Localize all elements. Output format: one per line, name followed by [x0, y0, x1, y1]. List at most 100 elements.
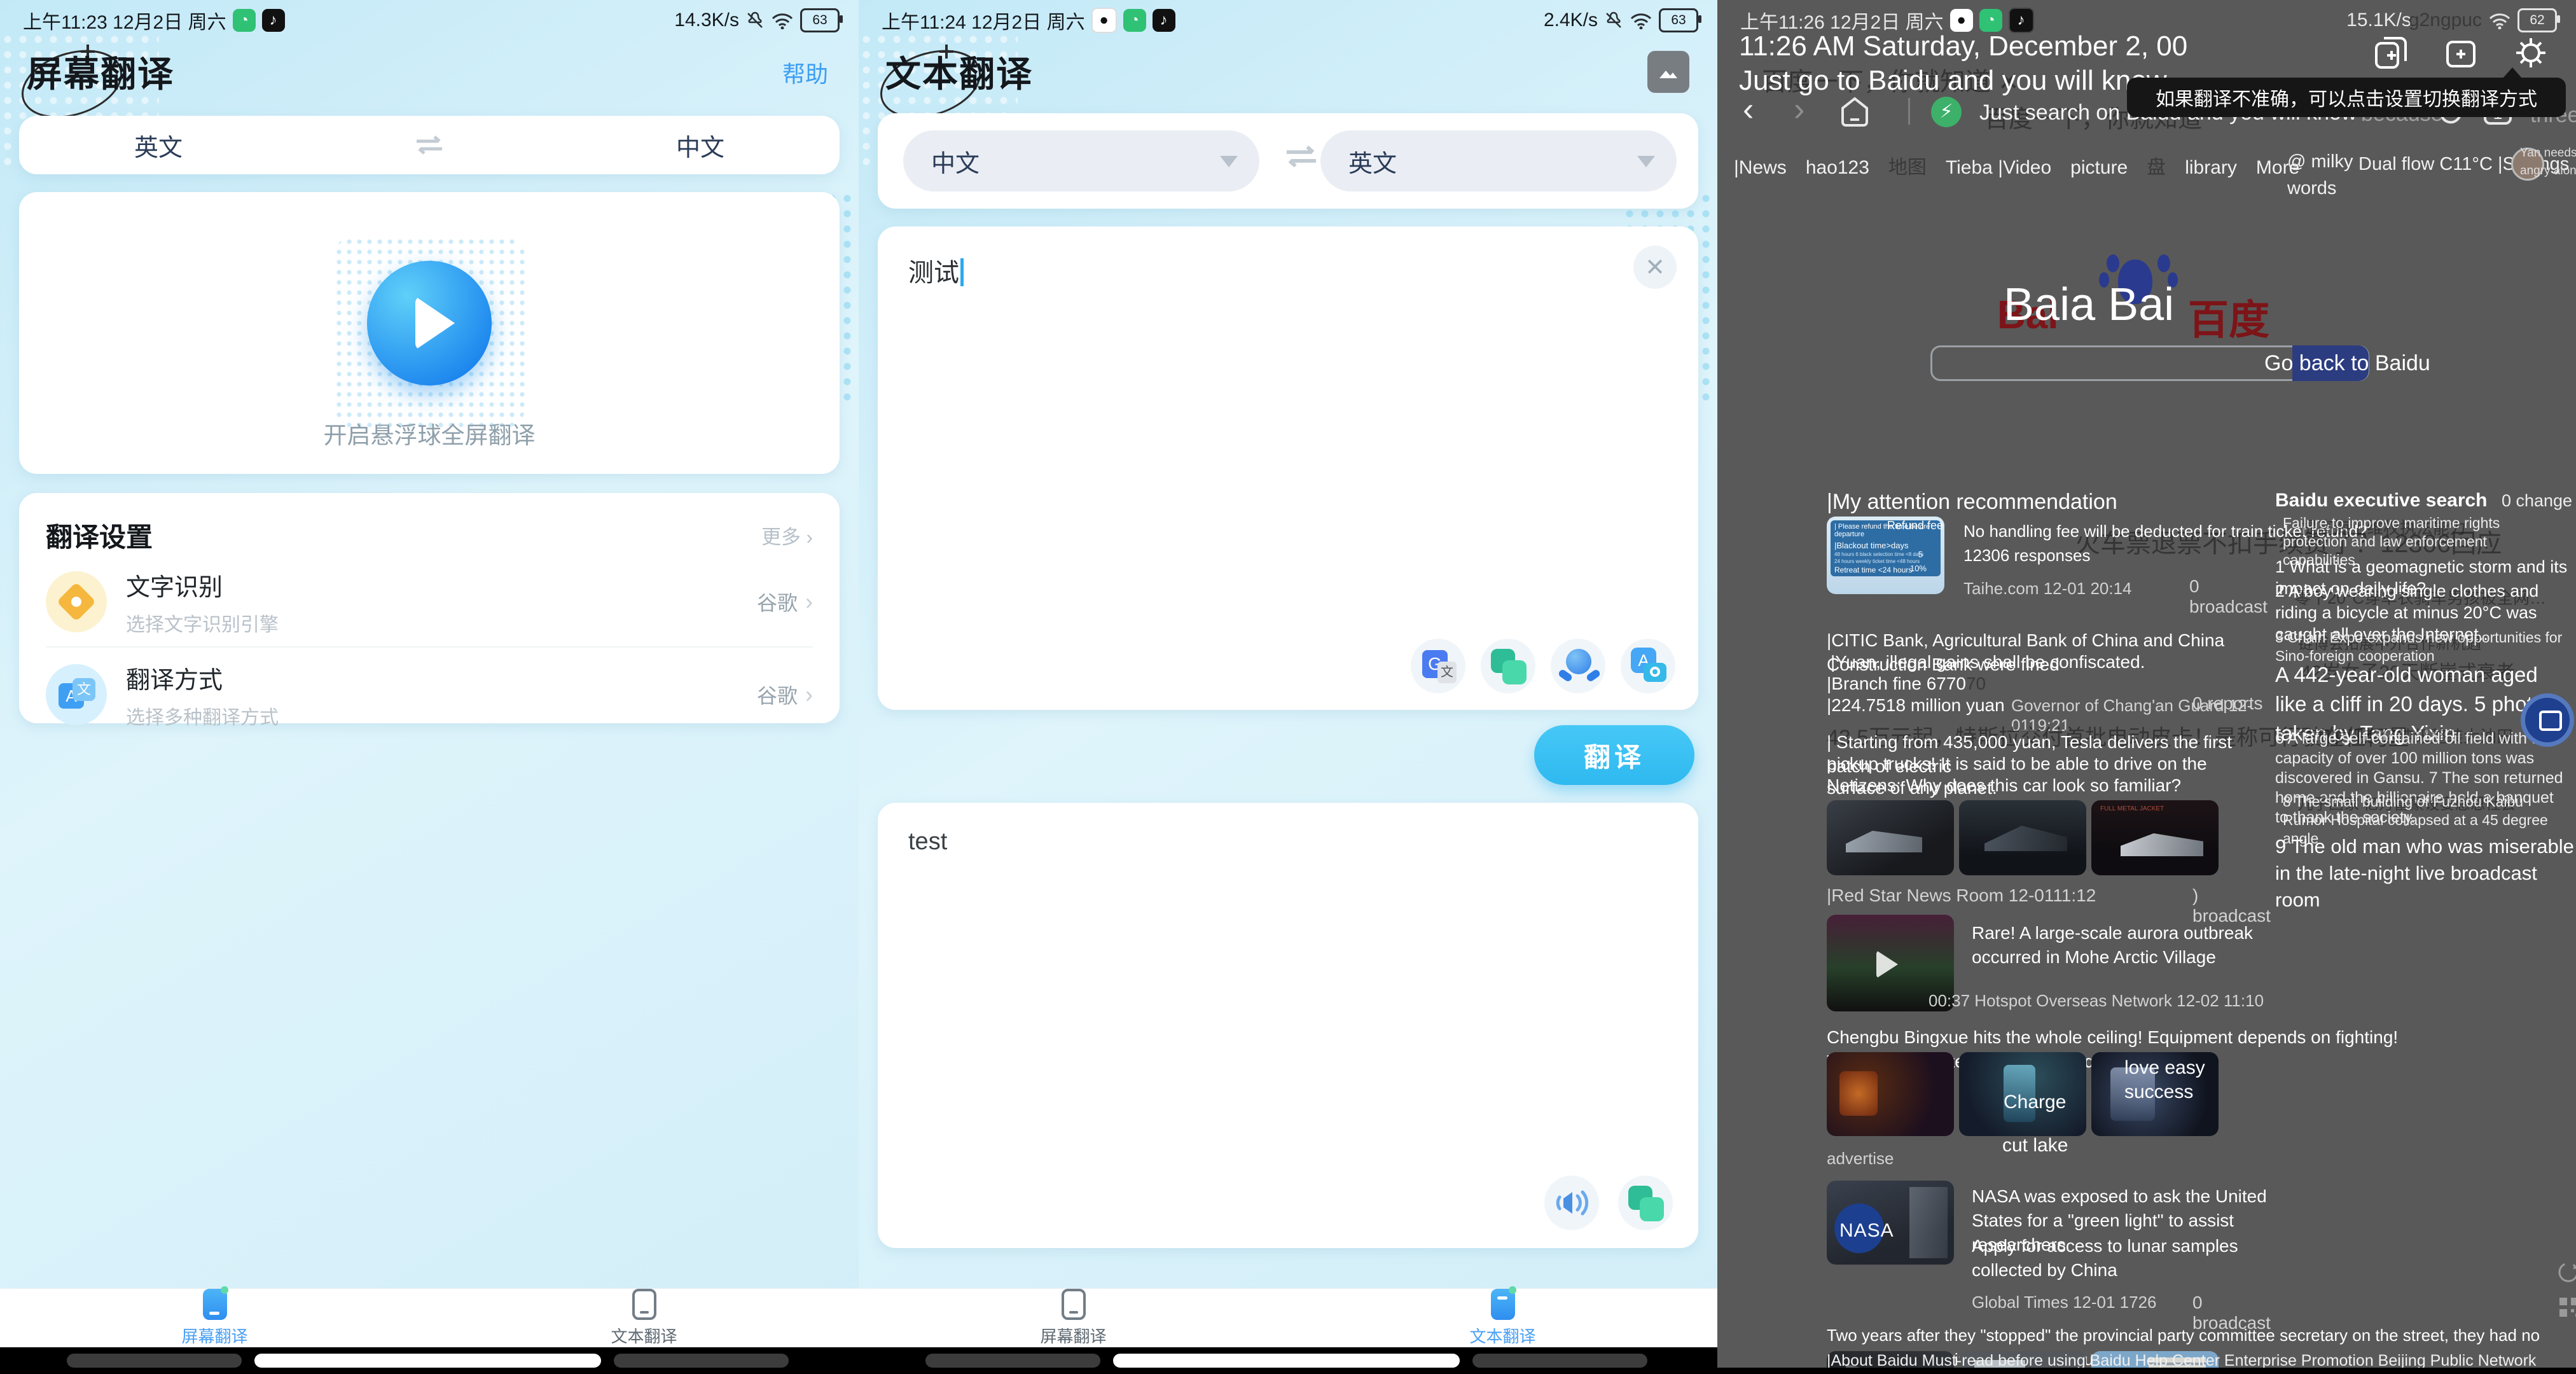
link-library[interactable]: library	[2185, 157, 2237, 178]
clear-input-button[interactable]: ✕	[1633, 246, 1677, 289]
ad-overlay-text: cut lake	[2002, 1135, 2068, 1156]
news-thumbnail[interactable]: NASA	[1827, 1181, 1954, 1265]
copy-result-icon[interactable]	[1618, 1176, 1673, 1230]
side-refresh-icon[interactable]	[2556, 1260, 2576, 1285]
link-milky-2[interactable]: words	[2287, 178, 2336, 199]
setting-translate-engine[interactable]: A文 翻译方式 选择多种翻译方式 谷歌 ›	[46, 654, 813, 735]
start-floating-ball-button[interactable]	[367, 261, 492, 385]
browser-baidu-translated: 上午11:26 12月2日 周六 ● ◔ ♪ 15.1K/s g2ngpuc 6…	[1717, 0, 2576, 1374]
news-line[interactable]: Apply for access to lunar samples collec…	[1972, 1234, 2271, 1282]
copy-page-icon[interactable]	[2371, 33, 2411, 73]
tab-screen-translate[interactable]: 屏幕翻译	[0, 1286, 429, 1347]
status-time: 上午11:24 12月2日 周六	[882, 12, 1085, 33]
word-lookup-icon[interactable]	[1551, 639, 1605, 693]
input-text[interactable]: 测试	[908, 259, 959, 287]
forward-icon[interactable]: ›	[1794, 90, 1804, 128]
new-tab-icon[interactable]	[2441, 33, 2481, 73]
swap-languages-icon[interactable]	[1282, 144, 1320, 169]
triple-screen-screenshot: 上午11:23 12月2日 周六 ◔ ♪ 14.3K/s 63 屏幕翻译 帮助 …	[0, 0, 2576, 1374]
overlapping-garble-text: g2ngpuc	[2408, 10, 2482, 31]
status-bar: 上午11:23 12月2日 周六 ◔ ♪ 14.3K/s 63	[23, 6, 843, 34]
ad-image[interactable]	[1827, 1052, 1954, 1136]
hot-item[interactable]: 9 The old man who was miserable in the l…	[2275, 833, 2574, 913]
dropdown-arrow-icon	[1637, 156, 1655, 167]
translation-settings-card: 翻译设置 更多 › 文字识别 选择文字识别引擎 谷歌 › A文 翻译方式 选择多种…	[19, 493, 840, 728]
image-translate-button[interactable]	[1647, 51, 1689, 93]
back-icon[interactable]: ‹	[1743, 90, 1754, 128]
news-stat: 0 reports	[2192, 693, 2263, 713]
news-thumbnail[interactable]: | Please refund the time before departur…	[1827, 517, 1944, 594]
hot-search-header: Baidu executive search 0 change	[2275, 490, 2573, 511]
start-caption: 开启悬浮球全屏翻译	[323, 422, 536, 448]
copy-translate-icon[interactable]	[1481, 639, 1535, 693]
news-stat: ) broadcast	[2192, 885, 2271, 926]
side-qrcode-icon[interactable]	[2557, 1295, 2576, 1319]
news-line[interactable]: Netizens: Why does this car look so fami…	[1827, 774, 2181, 798]
target-language-dropdown[interactable]: 英文	[1320, 130, 1677, 191]
google-translate-icon[interactable]: G 文	[1411, 639, 1465, 693]
more-link[interactable]: 更多 ›	[761, 521, 813, 550]
screen-translate-app: 上午11:23 12月2日 周六 ◔ ♪ 14.3K/s 63 屏幕翻译 帮助 …	[0, 0, 859, 1374]
link-picture[interactable]: picture	[2070, 157, 2128, 178]
tab-text-translate[interactable]: 文本翻译	[429, 1289, 859, 1347]
ad-tag: advertise	[1827, 1149, 1894, 1168]
page-title: 屏幕翻译	[27, 54, 174, 94]
wifi-icon	[2489, 13, 2510, 29]
battery-indicator: 63	[800, 8, 843, 32]
swap-languages-icon[interactable]	[413, 134, 446, 156]
settings-gear-icon[interactable]	[2511, 33, 2551, 73]
text-cursor	[960, 258, 964, 286]
ad-overlay-text: Charge	[2004, 1092, 2067, 1113]
home-icon[interactable]	[1838, 95, 1871, 128]
news-image[interactable]	[1959, 800, 2086, 875]
ocr-icon	[46, 571, 107, 632]
language-selector: 英文 中文	[19, 116, 840, 174]
text-translate-icon	[1490, 1286, 1516, 1320]
battery-indicator: 63	[1659, 8, 1701, 32]
green-app-icon: ◔	[232, 9, 256, 32]
ad-overlay-text: love easy success	[2124, 1057, 2205, 1102]
language-dropdown-card: 中文 英文	[878, 113, 1698, 209]
photo-translate-icon[interactable]: A	[1621, 639, 1675, 693]
news-title[interactable]: Rare! A large-scale aurora outbreak occu…	[1972, 921, 2264, 969]
news-image[interactable]	[1827, 800, 1954, 875]
source-language-dropdown[interactable]: 中文	[903, 130, 1259, 191]
speak-result-icon[interactable]	[1544, 1176, 1599, 1230]
news-line[interactable]: |Branch fine 677070	[1827, 672, 1986, 696]
link-tieba-video[interactable]: Tieba |Video	[1946, 157, 2051, 178]
page-title: 文本翻译	[885, 54, 1033, 94]
system-nav-bar[interactable]	[859, 1347, 1717, 1374]
source-language[interactable]: 英文	[134, 128, 183, 163]
link-milky-1[interactable]: @ milky	[2287, 151, 2353, 172]
qq-icon: ●	[1091, 8, 1117, 33]
play-icon	[1876, 950, 1898, 978]
network-speed: 14.3K/s	[674, 10, 739, 31]
system-nav-bar[interactable]	[0, 1347, 859, 1374]
status-time: 上午11:23 12月2日 周六	[23, 12, 226, 33]
link-hao123[interactable]: hao123	[1806, 157, 1869, 178]
news-image[interactable]: FULL METAL JACKET	[2091, 800, 2219, 875]
dropdown-arrow-icon	[1220, 156, 1238, 167]
setting-ocr-engine[interactable]: 文字识别 选择文字识别引擎 谷歌 ›	[46, 561, 813, 642]
wifi-icon	[1630, 13, 1652, 29]
baidu-logo: Bai 百度 Baia Bai	[1908, 254, 2392, 344]
link-news[interactable]: |News	[1734, 157, 1787, 178]
floating-translate-ball[interactable]	[2521, 693, 2574, 747]
tiktok-icon: ♪	[1152, 9, 1175, 32]
source-text-area[interactable]: 测试 ✕ G 文 A	[878, 226, 1698, 710]
text-translate-icon	[632, 1289, 656, 1320]
faded-logo-cn: 百度	[2188, 297, 2269, 343]
tiktok-icon: ♪	[261, 9, 285, 32]
tab-text-translate[interactable]: 文本翻译	[1288, 1286, 1717, 1347]
tiktok-icon: ♪	[2008, 8, 2034, 33]
shield-security-icon[interactable]: ⚡	[1931, 97, 1962, 127]
chevron-right-icon: ›	[805, 588, 813, 614]
tab-screen-translate[interactable]: 屏幕翻译	[859, 1289, 1288, 1347]
news-line[interactable]: |224.7518 million yuan	[1827, 693, 2005, 718]
news-source: Global Times 12-01 1726	[1972, 1293, 2157, 1312]
news-line[interactable]: |Yuan, illegal gains shall be confiscate…	[1831, 650, 2145, 674]
help-link[interactable]: 帮助	[782, 56, 828, 89]
translate-button[interactable]: 翻译	[1534, 725, 1694, 785]
system-edge-bar	[1717, 1368, 2576, 1374]
target-language[interactable]: 中文	[676, 128, 724, 163]
